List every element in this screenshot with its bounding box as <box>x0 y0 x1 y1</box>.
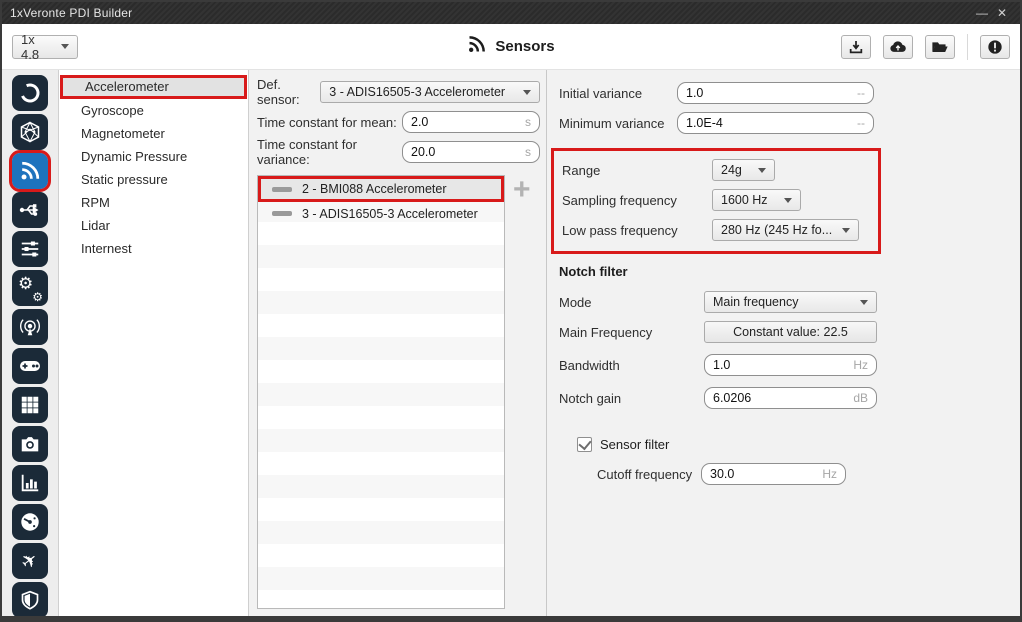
chevron-down-icon <box>61 44 69 49</box>
nav-rail: ⚙⚙ <box>2 70 59 616</box>
time-constant-variance-label: Time constant for variance: <box>257 137 402 167</box>
sampling-frequency-dropdown[interactable]: 1600 Hz <box>712 189 801 211</box>
automations-plane-icon[interactable]: ✈ <box>12 543 48 579</box>
menu-item-lidar[interactable]: Lidar <box>59 214 248 237</box>
mode-dropdown[interactable]: Main frequency <box>704 291 877 313</box>
cloud-upload-button[interactable] <box>883 35 913 59</box>
cutoff-frequency-label: Cutoff frequency <box>597 467 701 482</box>
mode-label: Mode <box>559 295 704 310</box>
window-title: 1xVeronte PDI Builder <box>10 6 972 20</box>
notch-gain-label: Notch gain <box>559 391 704 406</box>
page-title: Sensors <box>495 38 554 55</box>
range-dropdown[interactable]: 24g <box>712 159 775 181</box>
folder-open-icon <box>931 39 949 54</box>
chevron-down-icon <box>758 168 766 173</box>
low-pass-frequency-dropdown[interactable]: 280 Hz (245 Hz fo... <box>712 219 859 241</box>
version-value: 1x 4.8 <box>21 32 53 62</box>
menu-item-gyroscope[interactable]: Gyroscope <box>59 99 248 122</box>
version-dropdown[interactable]: 1x 4.8 <box>12 35 78 59</box>
menu-item-static-pressure[interactable]: Static pressure <box>59 168 248 191</box>
menu-item-internest[interactable]: Internest <box>59 237 248 260</box>
title-bar: 1xVeronte PDI Builder — ✕ <box>2 2 1020 24</box>
sensor-select-panel: Def. sensor: 3 - ADIS16505-3 Acceleromet… <box>249 70 546 616</box>
control-sliders-icon[interactable] <box>12 231 48 267</box>
def-sensor-label: Def. sensor: <box>257 77 320 107</box>
cloud-icon <box>889 39 907 55</box>
minimize-button[interactable]: — <box>972 6 992 20</box>
veronte-logo-icon[interactable] <box>12 75 48 111</box>
list-item-bmi088[interactable]: 2 - BMI088 Accelerometer <box>258 176 504 202</box>
sensors-icon[interactable] <box>12 153 48 189</box>
list-item-adis16505[interactable]: 3 - ADIS16505-3 Accelerometer <box>258 202 504 225</box>
close-button[interactable]: ✕ <box>992 6 1012 20</box>
range-label: Range <box>562 163 712 178</box>
accelerometer-list: 2 - BMI088 Accelerometer 3 - ADIS16505-3… <box>257 175 505 609</box>
info-icon <box>987 39 1003 55</box>
info-button[interactable] <box>980 35 1010 59</box>
save-button[interactable] <box>841 35 871 59</box>
menu-item-accelerometer[interactable]: Accelerometer <box>60 75 247 99</box>
minimum-variance-field[interactable]: -- <box>677 112 874 134</box>
sensor-menu: Accelerometer Gyroscope Magnetometer Dyn… <box>59 70 249 616</box>
chevron-down-icon <box>842 228 850 233</box>
settings-gears-icon[interactable]: ⚙⚙ <box>12 270 48 306</box>
bandwidth-field[interactable]: Hz <box>704 354 877 376</box>
drag-handle-icon[interactable] <box>272 211 292 216</box>
sensor-filter-label: Sensor filter <box>600 437 718 452</box>
chevron-down-icon <box>860 300 868 305</box>
sensors-icon <box>467 34 487 59</box>
open-folder-button[interactable] <box>925 35 955 59</box>
telemetry-broadcast-icon[interactable] <box>12 309 48 345</box>
time-constant-mean-label: Time constant for mean: <box>257 115 402 130</box>
toolbar-separator <box>967 34 968 60</box>
minimum-variance-label: Minimum variance <box>559 116 677 131</box>
block-grid-icon[interactable] <box>12 387 48 423</box>
menu-item-rpm[interactable]: RPM <box>59 191 248 214</box>
hud-gauge-icon[interactable] <box>12 504 48 540</box>
sensor-filter-checkbox[interactable] <box>577 437 592 452</box>
chevron-down-icon <box>523 90 531 95</box>
def-sensor-dropdown[interactable]: 3 - ADIS16505-3 Accelerometer <box>320 81 540 103</box>
menu-item-magnetometer[interactable]: Magnetometer <box>59 122 248 145</box>
main-frequency-button[interactable]: Constant value: 22.5 <box>704 321 877 343</box>
notch-filter-heading: Notch filter <box>559 264 1020 279</box>
low-pass-frequency-label: Low pass frequency <box>562 223 712 238</box>
data-chart-icon[interactable] <box>12 465 48 501</box>
sensor-config-panel: Initial variance -- Minimum variance -- <box>546 70 1020 616</box>
platform-hexahedron-icon[interactable] <box>12 114 48 150</box>
chevron-down-icon <box>784 198 792 203</box>
usb-connections-icon[interactable] <box>12 192 48 228</box>
bandwidth-label: Bandwidth <box>559 358 704 373</box>
initial-variance-label: Initial variance <box>559 86 677 101</box>
camera-icon[interactable] <box>12 426 48 462</box>
main-area: ⚙⚙ <box>2 70 1020 616</box>
time-constant-variance-field[interactable]: s <box>402 141 540 163</box>
main-frequency-label: Main Frequency <box>559 325 704 340</box>
toolbar-actions <box>841 34 1010 60</box>
add-sensor-button[interactable]: + <box>513 177 531 609</box>
time-constant-mean-field[interactable]: s <box>402 111 540 133</box>
sampling-frequency-label: Sampling frequency <box>562 193 712 208</box>
notch-gain-field[interactable]: dB <box>704 387 877 409</box>
cutoff-frequency-field[interactable]: Hz <box>701 463 846 485</box>
menu-item-dynamic-pressure[interactable]: Dynamic Pressure <box>59 145 248 168</box>
toolbar: 1x 4.8 Sensors <box>2 24 1020 70</box>
initial-variance-field[interactable]: -- <box>677 82 874 104</box>
annotation-box-frequency-settings: Range 24g Sampling frequency 1600 Hz <box>551 148 881 254</box>
safety-shield-icon[interactable] <box>12 582 48 618</box>
app-window: 1xVeronte PDI Builder — ✕ 1x 4.8 Sensors <box>0 0 1022 622</box>
stick-gamepad-icon[interactable] <box>12 348 48 384</box>
content-area: Def. sensor: 3 - ADIS16505-3 Acceleromet… <box>249 70 1020 616</box>
download-tray-icon <box>848 39 864 55</box>
drag-handle-icon[interactable] <box>272 187 292 192</box>
